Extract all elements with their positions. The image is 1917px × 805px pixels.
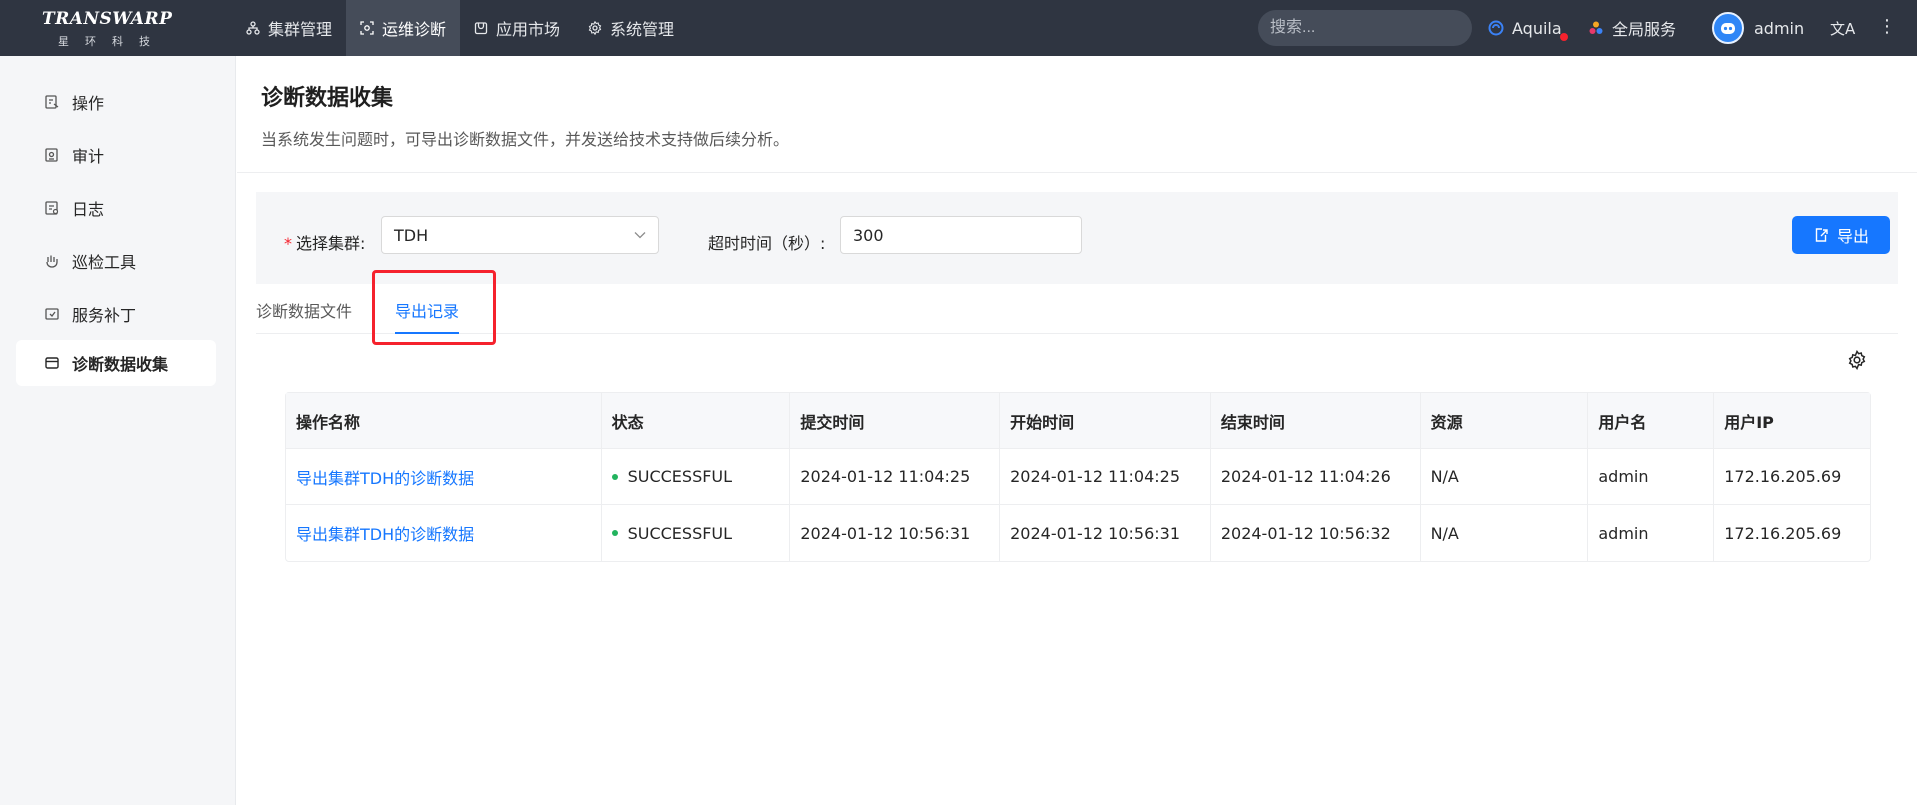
aquila-icon (1488, 20, 1504, 36)
sidebar-item-inspect[interactable]: 巡检工具 (16, 238, 216, 284)
resource-cell: N/A (1421, 505, 1589, 561)
sidebar-item-label: 日志 (72, 200, 105, 219)
page-description: 当系统发生问题时，可导出诊断数据文件，并发送给技术支持做后续分析。 (261, 130, 790, 149)
nav-item-diagnose[interactable]: 运维诊断 (346, 0, 461, 56)
username-cell: admin (1588, 448, 1715, 505)
cluster-label: * 选择集群: (284, 234, 366, 253)
brand-logo[interactable]: TRANSWARP 星环科技 (0, 0, 232, 56)
status-cell: SUCCESSFUL (602, 505, 791, 561)
filter-bar: * 选择集群: TDH 超时时间（秒）: 300 导出 (256, 192, 1898, 284)
tab-diagnostic-files[interactable]: 诊断数据文件 (256, 298, 352, 322)
diagnose-icon (360, 21, 374, 35)
brand-subtitle: 星环科技 (58, 35, 166, 48)
table-settings-icon[interactable] (1847, 350, 1867, 370)
main-content: 诊断数据收集 当系统发生问题时，可导出诊断数据文件，并发送给技术支持做后续分析。… (237, 56, 1917, 805)
column-header: 用户名 (1588, 392, 1715, 449)
gear-icon (588, 21, 602, 35)
more-vertical-icon[interactable]: ⋮ (1878, 16, 1896, 37)
status-success-dot (611, 530, 618, 536)
nav-label: 运维诊断 (382, 20, 447, 39)
highlight-annotation-box (372, 270, 496, 345)
top-navbar: TRANSWARP 星环科技 集群管理 运维诊断 应用市场 系统管理 Aquil… (0, 0, 1917, 56)
nav-label: 应用市场 (496, 20, 561, 39)
table-header-row: 操作名称 状态 提交时间 开始时间 结束时间 资源 用户名 用户IP (286, 392, 1870, 449)
tab-bar: 诊断数据文件 导出记录 (256, 284, 1898, 334)
resource-cell: N/A (1421, 448, 1589, 505)
cluster-select-value: TDH (394, 225, 429, 245)
page-title: 诊断数据收集 (261, 86, 394, 111)
timeout-input[interactable]: 300 (840, 216, 1082, 254)
global-service-label: 全局服务 (1612, 20, 1677, 39)
operation-icon (45, 95, 59, 109)
cluster-icon (246, 21, 260, 35)
sidebar-item-label: 操作 (72, 94, 105, 113)
notification-dot (1559, 32, 1568, 41)
market-icon (474, 22, 488, 35)
main-nav: 集群管理 运维诊断 应用市场 系统管理 (232, 0, 688, 56)
nav-label: 系统管理 (610, 20, 675, 39)
robot-avatar-icon (1721, 23, 1735, 34)
start-time-cell: 2024-01-12 11:04:25 (1000, 448, 1211, 505)
sidebar-item-label: 服务补丁 (72, 306, 137, 325)
column-header: 用户IP (1724, 412, 1774, 432)
user-menu[interactable]: admin (1712, 0, 1804, 56)
end-time-cell: 2024-01-12 11:04:26 (1211, 448, 1421, 505)
status-cell: SUCCESSFUL (602, 448, 791, 505)
inspect-icon (46, 255, 58, 268)
username: admin (1754, 18, 1805, 38)
operation-name-link[interactable]: 导出集群TDH的诊断数据 (286, 448, 602, 505)
avatar (1712, 12, 1744, 44)
export-records-table: 操作名称 状态 提交时间 开始时间 结束时间 资源 用户名 用户IP 导出集群T… (285, 392, 1871, 562)
operation-name-link[interactable]: 导出集群TDH的诊断数据 (286, 505, 602, 561)
column-header: 资源 (1421, 392, 1589, 449)
column-header: 操作名称 (286, 392, 602, 449)
column-header: 开始时间 (1000, 392, 1211, 449)
search-input[interactable] (1258, 10, 1472, 46)
log-icon (45, 201, 59, 215)
collect-icon (45, 357, 59, 369)
sidebar-item-collect[interactable]: 诊断数据收集 (16, 340, 216, 386)
sidebar-item-label: 诊断数据收集 (72, 355, 169, 374)
sidebar: 操作 审计 日志 巡检工具 服务补丁 诊断数据收集 (0, 56, 236, 805)
nav-item-market[interactable]: 应用市场 (460, 0, 574, 56)
brand-name: TRANSWARP (42, 9, 173, 29)
sidebar-item-label: 审计 (72, 147, 105, 166)
submit-time-cell: 2024-01-12 11:04:25 (790, 448, 1001, 505)
sidebar-item-patch[interactable]: 服务补丁 (16, 291, 216, 337)
sidebar-item-log[interactable]: 日志 (16, 185, 216, 231)
user-ip-cell: 172.16.205.69 (1724, 467, 1842, 486)
column-header: 结束时间 (1211, 392, 1421, 449)
cluster-select[interactable]: TDH (381, 216, 659, 254)
header-divider (237, 172, 1917, 173)
aquila-link[interactable]: Aquila (1488, 0, 1568, 56)
global-service-icon (1589, 21, 1603, 34)
submit-time-cell: 2024-01-12 10:56:31 (790, 505, 1001, 561)
table-row: 导出集群TDH的诊断数据 SUCCESSFUL 2024-01-12 11:04… (286, 448, 1870, 505)
sidebar-item-audit[interactable]: 审计 (16, 132, 216, 178)
aquila-label: Aquila (1512, 19, 1568, 41)
export-icon (1815, 228, 1828, 242)
patch-icon (45, 308, 59, 320)
table-row: 导出集群TDH的诊断数据 SUCCESSFUL 2024-01-12 10:56… (286, 505, 1870, 561)
nav-item-system[interactable]: 系统管理 (574, 0, 688, 56)
nav-item-cluster[interactable]: 集群管理 (232, 0, 346, 56)
global-service-link[interactable]: 全局服务 (1588, 0, 1676, 56)
nav-label: 集群管理 (268, 20, 333, 39)
export-button[interactable]: 导出 (1792, 216, 1890, 254)
timeout-label: 超时时间（秒）: (708, 234, 826, 253)
column-header: 提交时间 (790, 392, 1001, 449)
start-time-cell: 2024-01-12 10:56:31 (1000, 505, 1211, 561)
export-label: 导出 (1836, 227, 1869, 246)
user-ip-cell: 172.16.205.69 (1724, 523, 1842, 543)
end-time-cell: 2024-01-12 10:56:32 (1211, 505, 1421, 561)
sidebar-item-label: 巡检工具 (72, 253, 137, 272)
status-success-dot (611, 473, 618, 480)
chevron-down-icon (634, 232, 646, 239)
audit-icon (45, 148, 58, 162)
column-header: 状态 (602, 392, 791, 449)
username-cell: admin (1588, 505, 1715, 561)
sidebar-item-operation[interactable]: 操作 (16, 79, 216, 125)
translate-icon[interactable]: 文A (1830, 18, 1855, 39)
required-mark: * (284, 234, 292, 253)
